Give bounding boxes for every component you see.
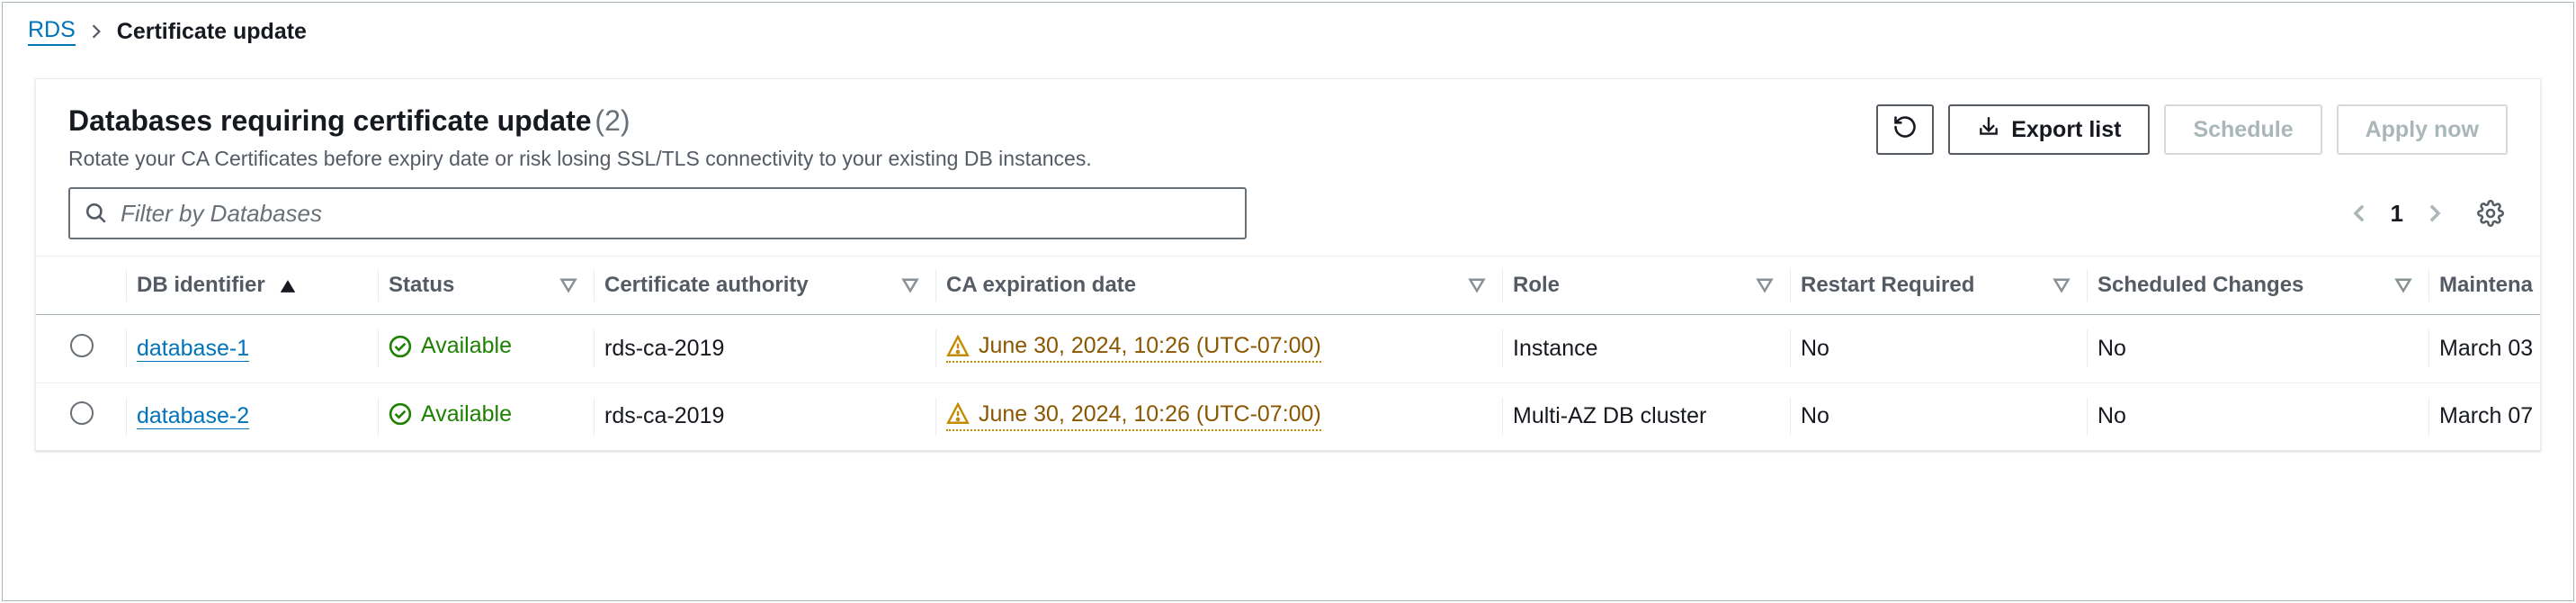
col-status[interactable]: Status [378,256,594,315]
ca-cell: rds-ca-2019 [594,315,935,383]
status-text: Available [421,333,512,359]
expiration-warning[interactable]: June 30, 2024, 10:26 (UTC-07:00) [946,333,1321,363]
main-panel: Databases requiring certificate update (… [35,78,2541,451]
title-block: Databases requiring certificate update (… [68,104,1092,171]
row-select-radio[interactable] [70,401,94,425]
status-badge: Available [389,333,512,359]
maint-cell: March 07 [2428,382,2540,450]
col-restart[interactable]: Restart Required [1790,256,2087,315]
breadcrumb: RDS Certificate update [3,3,2573,51]
expiration-warning[interactable]: June 30, 2024, 10:26 (UTC-07:00) [946,401,1321,431]
sort-asc-icon [278,276,298,296]
col-maint-label: Maintena [2439,273,2533,297]
status-text: Available [421,401,512,428]
col-expiration[interactable]: CA expiration date [935,256,1502,315]
filter-icon [559,276,577,294]
expiration-text: June 30, 2024, 10:26 (UTC-07:00) [979,401,1321,428]
warning-icon [946,335,970,358]
col-status-label: Status [389,273,454,297]
scheduled-cell: No [2087,315,2428,383]
table-body: database-1 Available rds-ca-2019 [36,315,2540,451]
filter-row: 1 [36,182,2540,256]
role-cell: Instance [1502,315,1790,383]
filter-icon [2394,276,2412,294]
refresh-button[interactable] [1876,104,1934,155]
table-row: database-1 Available rds-ca-2019 [36,315,2540,383]
col-select [36,256,126,315]
col-db-identifier[interactable]: DB identifier [126,256,378,315]
databases-table: DB identifier Status Certificate authori… [36,256,2540,450]
pagination: 1 [2349,200,2508,228]
apply-now-label: Apply now [2366,117,2479,143]
filter-input[interactable] [68,187,1247,239]
filter-icon [1756,276,1774,294]
chevron-right-icon [88,23,104,40]
col-restart-label: Restart Required [1801,273,1974,297]
table-header-row: DB identifier Status Certificate authori… [36,256,2540,315]
maint-cell: March 03 [2428,315,2540,383]
breadcrumb-current: Certificate update [117,19,307,45]
panel-header: Databases requiring certificate update (… [36,79,2540,182]
col-maintenance[interactable]: Maintena [2428,256,2540,315]
settings-button[interactable] [2477,200,2504,227]
apply-now-button[interactable]: Apply now [2337,104,2508,155]
item-count: (2) [595,104,630,137]
filter-icon [1468,276,1486,294]
scheduled-cell: No [2087,382,2428,450]
table-row: database-2 Available rds-ca-2019 [36,382,2540,450]
table-wrap: DB identifier Status Certificate authori… [36,256,2540,450]
check-circle-icon [389,402,412,426]
col-db-label: DB identifier [137,273,265,297]
page-number: 1 [2391,200,2403,228]
schedule-label: Schedule [2193,117,2293,143]
schedule-button[interactable]: Schedule [2164,104,2321,155]
page-description: Rotate your CA Certificates before expir… [68,147,1092,171]
warning-icon [946,402,970,426]
filter-icon [2053,276,2071,294]
restart-cell: No [1790,382,2087,450]
col-exp-label: CA expiration date [946,273,1136,297]
check-circle-icon [389,335,412,358]
db-identifier-link[interactable]: database-1 [137,336,249,362]
ca-cell: rds-ca-2019 [594,382,935,450]
col-role-label: Role [1513,273,1560,297]
col-role[interactable]: Role [1502,256,1790,315]
col-ca-label: Certificate authority [604,273,809,297]
search-wrap [68,187,1247,239]
expiration-text: June 30, 2024, 10:26 (UTC-07:00) [979,333,1321,359]
col-scheduled[interactable]: Scheduled Changes [2087,256,2428,315]
page-root: RDS Certificate update Databases requiri… [2,2,2574,601]
breadcrumb-root-link[interactable]: RDS [28,17,76,46]
page-prev-button[interactable] [2349,203,2369,223]
search-icon [85,202,108,225]
export-list-label: Export list [2011,117,2121,143]
page-title: Databases requiring certificate update [68,104,592,137]
col-ca[interactable]: Certificate authority [594,256,935,315]
export-list-button[interactable]: Export list [1948,104,2150,155]
status-badge: Available [389,401,512,428]
db-identifier-link[interactable]: database-2 [137,403,249,429]
row-select-radio[interactable] [70,334,94,357]
header-actions: Export list Schedule Apply now [1876,104,2508,155]
col-scheduled-label: Scheduled Changes [2097,273,2303,297]
filter-icon [901,276,919,294]
page-next-button[interactable] [2425,203,2445,223]
restart-cell: No [1790,315,2087,383]
role-cell: Multi-AZ DB cluster [1502,382,1790,450]
download-icon [1977,115,2000,145]
refresh-icon [1892,114,1918,146]
